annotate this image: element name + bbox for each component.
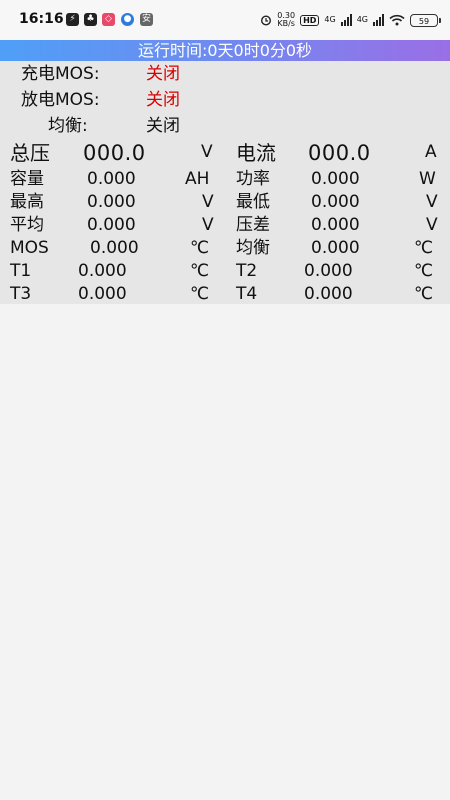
average-unit: V xyxy=(202,215,214,235)
t4-value: 0.000 xyxy=(304,284,353,304)
battery-level: 59 xyxy=(418,16,430,26)
highest-label: 最高 xyxy=(10,192,44,212)
signal-bars-2-icon xyxy=(373,14,384,26)
blue-app-icon: ● xyxy=(121,13,134,26)
lowest-unit: V xyxy=(426,192,438,212)
balance-value[interactable]: 关闭 xyxy=(146,115,180,137)
power-unit: W xyxy=(419,169,436,189)
runtime-banner: 运行时间:0天0时0分0秒 xyxy=(0,40,450,61)
highest-unit: V xyxy=(202,192,214,212)
t2-unit: ℃ xyxy=(414,261,434,281)
discharge-mos-value[interactable]: 关闭 xyxy=(146,89,180,111)
t1-unit: ℃ xyxy=(190,261,210,281)
status-bar: 16:16 ⚡ ♣ ◇ ● 安 0.30 KB/s HD 4G 4G 59 xyxy=(0,0,450,40)
lightning-app-icon: ⚡ xyxy=(66,13,79,26)
net-speed-unit: KB/s xyxy=(277,19,295,28)
voltage-diff-label: 压差 xyxy=(236,215,270,235)
qq-penguin-icon: ♣ xyxy=(84,13,97,26)
capacity-label: 容量 xyxy=(10,169,44,189)
t1-value: 0.000 xyxy=(78,261,127,281)
mos-temp-value: 0.000 xyxy=(90,238,139,258)
alarm-icon xyxy=(260,11,272,30)
signal-1-label: 4G xyxy=(324,15,336,24)
signal-2-label: 4G xyxy=(356,15,368,24)
balance-label: 均衡: xyxy=(48,116,88,136)
network-speed: 0.30 KB/s xyxy=(277,12,295,28)
total-voltage-value: 000.0 xyxy=(83,141,146,165)
hd-badge: HD xyxy=(300,14,320,26)
power-label: 功率 xyxy=(236,169,270,189)
power-value: 0.000 xyxy=(311,169,360,189)
balance-temp-value: 0.000 xyxy=(311,238,360,258)
t2-value: 0.000 xyxy=(304,261,353,281)
discharge-mos-label: 放电MOS: xyxy=(21,90,100,110)
empty-content-area xyxy=(0,304,450,800)
t1-label: T1 xyxy=(10,261,32,281)
balance-temp-unit: ℃ xyxy=(414,238,434,258)
voltage-diff-value: 0.000 xyxy=(311,215,360,235)
status-time: 16:16 xyxy=(19,11,64,27)
lowest-value: 0.000 xyxy=(311,192,360,212)
average-value: 0.000 xyxy=(87,215,136,235)
t2-label: T2 xyxy=(236,261,258,281)
current-label: 电流 xyxy=(236,141,276,165)
wifi-icon xyxy=(389,11,405,30)
t3-value: 0.000 xyxy=(78,284,127,304)
t3-unit: ℃ xyxy=(190,284,210,304)
mos-temp-unit: ℃ xyxy=(190,238,210,258)
t3-label: T3 xyxy=(10,284,32,304)
total-voltage-label: 总压 xyxy=(10,141,50,165)
mos-temp-label: MOS xyxy=(10,238,49,258)
charge-mos-value[interactable]: 关闭 xyxy=(146,63,180,85)
battery-icon: 59 xyxy=(410,13,441,27)
bms-data-panel: 充电MOS: 关闭 放电MOS: 关闭 均衡: 关闭 总压 000.0 V 电流… xyxy=(0,61,450,304)
voltage-diff-unit: V xyxy=(426,215,438,235)
t4-label: T4 xyxy=(236,284,258,304)
average-label: 平均 xyxy=(10,215,44,235)
balance-temp-label: 均衡 xyxy=(236,238,270,258)
capacity-unit: AH xyxy=(185,169,210,189)
status-indicators: 0.30 KB/s HD 4G 4G 59 xyxy=(260,11,441,30)
current-unit: A xyxy=(425,142,437,162)
total-voltage-unit: V xyxy=(201,142,213,162)
signal-bars-1-icon xyxy=(340,14,352,26)
runtime-text: 运行时间:0天0时0分0秒 xyxy=(137,41,313,60)
capacity-value: 0.000 xyxy=(87,169,136,189)
charge-mos-label: 充电MOS: xyxy=(21,64,100,84)
gray-app-icon: 安 xyxy=(140,13,153,26)
current-value: 000.0 xyxy=(308,141,371,165)
pink-app-icon: ◇ xyxy=(102,13,115,26)
highest-value: 0.000 xyxy=(87,192,136,212)
lowest-label: 最低 xyxy=(236,192,270,212)
t4-unit: ℃ xyxy=(414,284,434,304)
